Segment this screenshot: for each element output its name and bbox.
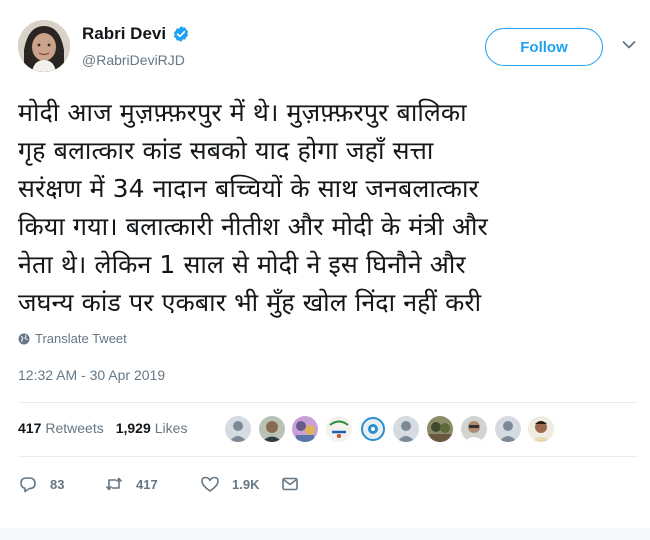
divider-top (18, 402, 638, 403)
likes-stat[interactable]: 1,929 Likes (116, 420, 188, 436)
retweets-count: 417 (18, 420, 42, 436)
retweet-count: 417 (136, 476, 158, 492)
user-avatar[interactable] (18, 20, 70, 72)
liker-avatar[interactable] (326, 416, 353, 442)
direct-message-button[interactable] (280, 474, 300, 494)
likers-avatars (225, 416, 562, 442)
liker-avatar[interactable] (528, 416, 555, 442)
follow-button[interactable]: Follow (485, 28, 603, 66)
translate-label: Translate Tweet (35, 331, 127, 346)
retweet-icon (105, 477, 123, 491)
liker-avatar[interactable] (292, 416, 319, 442)
liker-avatar[interactable] (494, 416, 521, 442)
bottom-band (0, 528, 650, 540)
translate-tweet-link[interactable]: Translate Tweet (18, 331, 127, 346)
user-handle[interactable]: @RabriDeviRJD (82, 52, 185, 68)
retweet-button[interactable]: 417 (104, 474, 200, 494)
tweet-timestamp[interactable]: 12:32 AM - 30 Apr 2019 (18, 367, 165, 383)
like-button[interactable]: 1.9K (200, 474, 280, 494)
liker-avatar[interactable] (460, 416, 487, 442)
likes-count: 1,929 (115, 420, 151, 436)
tweet-stats: 417 Retweets 1,929 Likes (18, 420, 199, 436)
retweets-stat[interactable]: 417 Retweets (18, 420, 104, 436)
retweets-label: Retweets (45, 420, 104, 436)
heart-icon (201, 476, 219, 492)
name-row: Rabri Devi (82, 24, 190, 44)
tweet-text: मोदी आज मुज़फ़्फ़रपुर में थे। मुज़फ़्फ़र… (18, 98, 488, 317)
chevron-down-icon[interactable] (622, 40, 636, 50)
divider-bottom (18, 456, 638, 457)
liker-avatar[interactable] (225, 416, 251, 442)
likes-label: Likes (154, 420, 188, 436)
like-count: 1.9K (232, 476, 260, 492)
liker-avatar[interactable] (359, 416, 386, 442)
liker-avatar[interactable] (258, 416, 285, 442)
globe-icon (18, 333, 30, 344)
verified-badge-icon (174, 26, 189, 42)
tweet-card: Rabri Devi @RabriDeviRJD Follow मोदी आज … (0, 0, 650, 540)
reply-count: 83 (50, 476, 65, 492)
envelope-icon (282, 477, 298, 491)
reply-icon (20, 477, 36, 493)
reply-button[interactable]: 83 (18, 474, 104, 494)
display-name[interactable]: Rabri Devi (82, 24, 166, 44)
tweet-actions: 83 417 1.9K (18, 474, 300, 494)
liker-avatar[interactable] (393, 416, 420, 442)
liker-avatar[interactable] (427, 416, 454, 442)
